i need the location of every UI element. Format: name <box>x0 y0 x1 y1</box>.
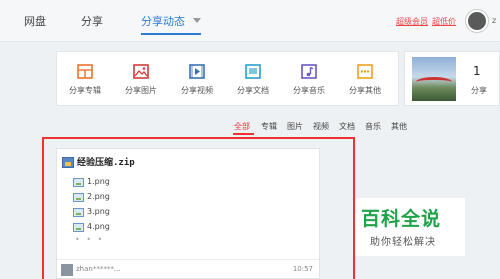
nav-netdisk[interactable]: 网盘 <box>24 13 46 29</box>
share-picture-label: 分享图片 <box>125 86 157 95</box>
low-price-link[interactable]: 超低价 <box>432 16 456 27</box>
filter-other[interactable]: 其他 <box>391 121 407 132</box>
share-document-button[interactable]: 分享文档 <box>225 52 281 107</box>
share-music-label: 分享音乐 <box>293 86 325 95</box>
nav-share[interactable]: 分享 <box>81 13 103 29</box>
filter-video[interactable]: 视频 <box>313 121 329 132</box>
chevron-down-icon[interactable] <box>193 18 201 23</box>
filter-all[interactable]: 全部 <box>234 121 250 132</box>
share-music-button[interactable]: 分享音乐 <box>281 52 337 107</box>
vip-link[interactable]: 超级会员 <box>396 16 428 27</box>
profile-photo[interactable] <box>412 57 456 101</box>
album-icon <box>77 64 93 79</box>
share-album-button[interactable]: 分享专辑 <box>57 52 113 107</box>
document-icon <box>245 64 261 79</box>
user-name-initial[interactable]: z <box>492 16 496 25</box>
share-other-button[interactable]: 分享其他 <box>337 52 393 107</box>
filter-music[interactable]: 音乐 <box>365 121 381 132</box>
watermark-subtitle: 助你轻松解决 <box>370 237 436 248</box>
share-toolbar: 分享专辑 分享图片 分享视频 分享文档 分享音乐 分享其他 <box>56 51 399 106</box>
filter-document[interactable]: 文档 <box>339 121 355 132</box>
highlight-frame <box>42 137 355 279</box>
music-icon <box>301 64 317 79</box>
profile-card[interactable]: 1 分享 <box>404 51 500 106</box>
share-document-label: 分享文档 <box>237 86 269 95</box>
top-nav: 网盘 分享 分享动态 超级会员 超低价 z <box>0 0 500 42</box>
share-video-label: 分享视频 <box>181 86 213 95</box>
filter-picture[interactable]: 图片 <box>287 121 303 132</box>
filter-active-underline <box>233 133 254 135</box>
other-icon <box>357 64 373 79</box>
share-count-label: 分享 <box>471 86 487 95</box>
watermark-title: 百科全说 <box>361 208 442 230</box>
share-album-label: 分享专辑 <box>69 86 101 95</box>
share-video-button[interactable]: 分享视频 <box>169 52 225 107</box>
share-picture-button[interactable]: 分享图片 <box>113 52 169 107</box>
video-icon <box>189 64 205 79</box>
share-other-label: 分享其他 <box>349 86 381 95</box>
user-avatar[interactable] <box>466 10 488 32</box>
picture-icon <box>133 64 149 79</box>
watermark-logo: 百科全说 助你轻松解决 <box>355 198 465 256</box>
filter-album[interactable]: 专辑 <box>261 121 277 132</box>
nav-active-underline <box>141 33 201 35</box>
share-count: 1 <box>473 64 481 78</box>
nav-share-feed[interactable]: 分享动态 <box>141 13 185 29</box>
